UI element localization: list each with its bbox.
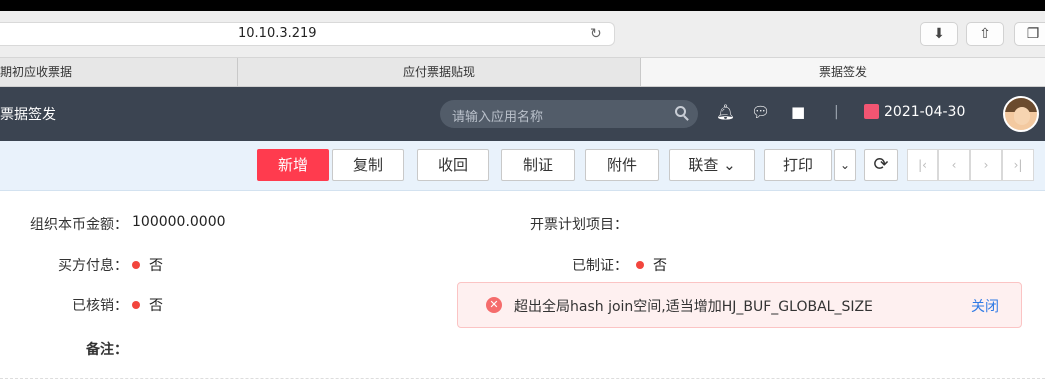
url-text: 10.10.3.219 [238, 26, 317, 41]
close-toast-link[interactable]: 关闭 [971, 296, 999, 316]
remark-label: 备注： [86, 342, 128, 358]
business-date[interactable]: 2021-04-30 [884, 104, 965, 120]
tab-label: 期初应收票据 [0, 65, 73, 79]
buyer-interest-text: 否 [149, 258, 163, 274]
attachment-button[interactable]: 附件 [585, 149, 659, 181]
recall-button[interactable]: 收回 [417, 149, 489, 181]
search-placeholder: 请输入应用名称 [452, 110, 544, 125]
avatar-face [1014, 107, 1030, 125]
status-dot [132, 261, 140, 269]
copy-button[interactable]: 复制 [332, 149, 404, 181]
buyer-interest-value: 否 [132, 255, 163, 275]
buyer-interest-label: 买方付息： [58, 258, 128, 274]
print-more-button[interactable]: ⌄ [834, 149, 856, 181]
message-icon[interactable]: 💬︎ [751, 103, 770, 121]
status-dot [636, 261, 644, 269]
tabs-icon[interactable]: ❐ [1014, 22, 1045, 46]
refresh-button[interactable]: ⟳ [864, 149, 898, 181]
search-input[interactable]: 请输入应用名称 [440, 100, 698, 128]
verified-text: 否 [149, 298, 163, 314]
error-icon: ✕ [486, 297, 502, 313]
query-dropdown-button[interactable]: 联查 ⌄ [669, 149, 755, 181]
window-top-bar [0, 0, 1045, 11]
voucher-done-value: 否 [636, 255, 667, 275]
org-amount-label: 组织本币金额： [30, 217, 128, 233]
download-icon[interactable]: ⬇ [920, 22, 958, 46]
status-dot [132, 301, 140, 309]
address-bar[interactable]: 10.10.3.219 ↻ [0, 22, 615, 46]
browser-tab-strip: 期初应收票据 应付票据贴现 票据签发 [0, 58, 1045, 87]
share-icon[interactable]: ⇧ [966, 22, 1004, 46]
error-toast: ✕ 超出全局hash join空间,适当增加HJ_BUF_GLOBAL_SIZE… [457, 282, 1022, 328]
verified-label: 已核销： [72, 298, 128, 314]
tab-payable-discount[interactable]: 应付票据贴现 [238, 58, 641, 86]
tab-label: 票据签发 [818, 65, 867, 79]
org-amount-value: 100000.0000 [132, 214, 226, 230]
browser-chrome: 10.10.3.219 ↻ ⬇ ⇧ ❐ [0, 11, 1045, 58]
plan-item-label: 开票计划项目： [530, 217, 628, 233]
header-divider: | [834, 104, 839, 120]
verified-value: 否 [132, 295, 163, 315]
app-header: 票据签发 请输入应用名称 🔔︎ 💬︎ ■ | 2021-04-30 [0, 87, 1045, 141]
add-button[interactable]: 新增 [257, 149, 329, 181]
first-page-button[interactable]: |‹ [907, 149, 938, 181]
voucher-done-text: 否 [653, 258, 667, 274]
tab-note-issue[interactable]: 票据签发 [641, 58, 1045, 86]
page-title: 票据签发 [0, 107, 56, 123]
calendar-icon[interactable] [864, 104, 879, 119]
search-icon[interactable] [675, 106, 686, 117]
tab-receivable-notes[interactable]: 期初应收票据 [0, 58, 238, 86]
print-button[interactable]: 打印 [764, 149, 832, 181]
previous-page-button[interactable]: ‹ [938, 149, 970, 181]
bell-icon[interactable]: 🔔︎ [716, 103, 735, 121]
video-icon[interactable]: ■ [791, 103, 805, 121]
voucher-button[interactable]: 制证 [501, 149, 575, 181]
last-page-button[interactable]: ›| [1002, 149, 1034, 181]
next-page-button[interactable]: › [970, 149, 1002, 181]
section-divider [0, 378, 1045, 379]
tab-label: 应付票据贴现 [402, 65, 475, 79]
avatar[interactable] [1003, 96, 1039, 132]
error-message: 超出全局hash join空间,适当增加HJ_BUF_GLOBAL_SIZE [514, 299, 873, 315]
reload-icon[interactable]: ↻ [590, 26, 602, 42]
action-toolbar: 新增 复制 收回 制证 附件 联查 ⌄ 打印 ⌄ ⟳ |‹ ‹ › ›| [0, 141, 1045, 191]
voucher-done-label: 已制证： [572, 258, 628, 274]
